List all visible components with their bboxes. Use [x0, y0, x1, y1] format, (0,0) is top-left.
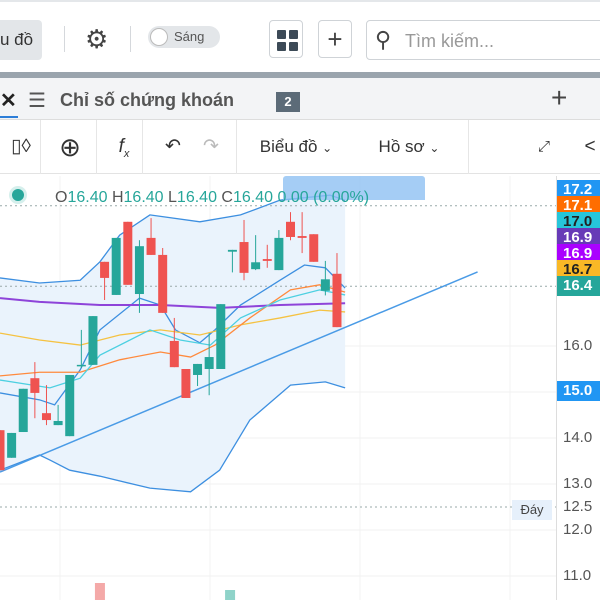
candle-body — [76, 364, 86, 367]
divider — [130, 26, 131, 52]
candle-body — [332, 273, 342, 328]
candle-body — [262, 259, 272, 261]
low-value: 16.40 — [176, 189, 217, 206]
price-label: 16.0 — [563, 337, 593, 354]
candle-body — [286, 221, 295, 237]
chevron-down-icon: ⌄ — [429, 141, 440, 155]
candle-body — [169, 340, 179, 368]
profile-menu-label: Hồ sơ — [378, 137, 425, 156]
candle-body — [216, 304, 226, 369]
candle-body — [111, 237, 121, 295]
candle-body — [146, 237, 156, 255]
price-label: 15.0 — [557, 380, 600, 401]
grid-icon — [277, 30, 298, 51]
divider — [64, 26, 65, 52]
tab-count-badge: 2 — [276, 92, 300, 112]
high-value: 16.40 — [123, 189, 164, 206]
candle-body — [0, 430, 5, 471]
theme-toggle[interactable]: Sáng — [148, 26, 220, 48]
toggle-knob — [150, 28, 168, 46]
volume-bar — [225, 590, 236, 600]
candle-body — [7, 432, 17, 458]
close-value: 16.40 — [232, 189, 274, 206]
candle-body — [251, 262, 261, 270]
candle-body — [88, 316, 98, 365]
search-icon: ⚲ — [375, 27, 392, 52]
volume-bar — [94, 583, 105, 600]
price-axis[interactable]: 17.2 17.1 17.0 16.9 16.9 16.7 16.4 16.0 15.0 14.0… — [556, 176, 600, 600]
add-tab-icon[interactable]: + — [551, 82, 567, 114]
open-value: 16.40 — [67, 189, 108, 206]
status-dot — [12, 189, 24, 201]
undo-icon[interactable]: ↶ — [158, 120, 188, 174]
profile-menu[interactable]: Hồ sơ ⌄ — [366, 120, 452, 174]
price-label: 13.0 — [563, 475, 593, 492]
price-label: 14.0 — [563, 429, 593, 446]
candle-body — [53, 420, 63, 426]
candle-body — [204, 357, 214, 369]
candle-body — [18, 388, 28, 433]
tab-title[interactable]: Chỉ số chứng khoán — [60, 90, 234, 111]
list-icon: ☰ — [28, 90, 46, 112]
chevron-down-icon: ⌄ — [322, 141, 333, 155]
layout-grid-button[interactable] — [269, 20, 303, 58]
candle-body — [181, 369, 191, 398]
low-label: L — [168, 189, 177, 206]
bottom-label: Đáy — [512, 500, 552, 520]
top-bar: u đồ ⚙ Sáng + ⚲ Tìm kiếm... — [0, 0, 600, 72]
close-label: C — [221, 189, 233, 206]
candle-body — [297, 236, 307, 238]
candle-body — [100, 261, 110, 278]
candle-body — [65, 374, 75, 437]
close-icon[interactable]: ✕ — [0, 88, 17, 113]
function-icon[interactable]: fx — [104, 120, 144, 174]
chart-button[interactable]: u đồ — [0, 20, 42, 60]
fullscreen-icon[interactable]: ⤢ — [530, 120, 558, 174]
candle-body — [134, 246, 144, 295]
price-chart[interactable] — [0, 176, 556, 600]
ohlc-legend: O16.40 H16.40 L16.40 C16.40 0.00 (0.00%) — [55, 189, 369, 207]
add-compare-icon[interactable]: ⊕ — [50, 120, 90, 174]
candle-body — [158, 254, 168, 313]
price-label: 16.4 — [557, 276, 600, 297]
candle-body — [227, 249, 237, 252]
candle-body — [193, 363, 203, 375]
gear-icon[interactable]: ⚙ — [85, 24, 108, 55]
plus-icon: + — [327, 24, 343, 54]
candle-body — [274, 237, 284, 271]
price-label: 11.0 — [563, 567, 592, 584]
share-icon[interactable]: < — [580, 120, 600, 174]
change-value: 0.00 (0.00%) — [277, 189, 370, 206]
chart-menu[interactable]: Biểu đồ ⌄ — [246, 120, 346, 174]
price-label: 12.5 — [563, 498, 593, 515]
candle-body — [309, 234, 319, 262]
theme-toggle-label: Sáng — [174, 29, 205, 44]
price-label: 12.0 — [563, 521, 593, 538]
high-label: H — [111, 189, 124, 206]
open-label: O — [55, 189, 68, 206]
redo-icon[interactable]: ↷ — [196, 120, 226, 174]
add-button[interactable]: + — [318, 20, 352, 58]
candle-body — [41, 413, 51, 421]
candle-body — [239, 242, 249, 273]
tab-bar: ✕ ☰ Chỉ số chứng khoán 2 + — [0, 78, 600, 120]
candle-body — [30, 378, 40, 393]
candle-body — [320, 279, 330, 291]
candle-type-icon[interactable]: ▯◊ — [4, 120, 38, 174]
search-placeholder: Tìm kiếm... — [405, 31, 494, 51]
candle-body — [123, 221, 133, 285]
chart-menu-label: Biểu đồ — [259, 137, 318, 156]
chart-toolbar: ▯◊ ⊕ fx ↶ ↷ Biểu đồ ⌄ Hồ sơ ⌄ ⤢ < — [0, 120, 600, 174]
search-input[interactable]: ⚲ Tìm kiếm... — [366, 20, 600, 60]
